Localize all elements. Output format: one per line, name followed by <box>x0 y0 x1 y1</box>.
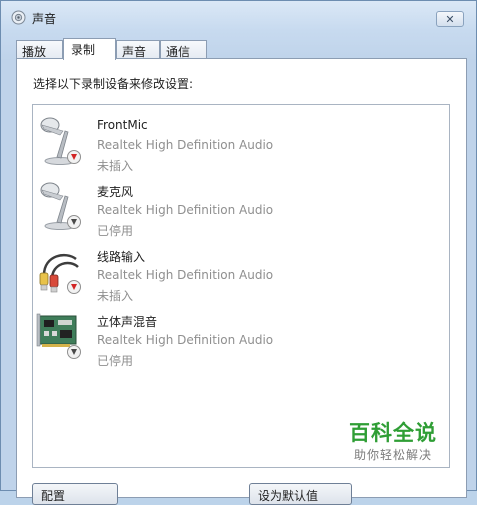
microphone-icon <box>40 182 81 230</box>
watermark-subtitle: 助你轻松解决 <box>354 448 433 462</box>
device-status: 已停用 <box>97 224 134 238</box>
device-name: FrontMic <box>97 118 148 132</box>
title-bar[interactable]: 声音 ✕ <box>1 1 476 35</box>
device-item-frontmic[interactable]: FrontMic Realtek High Definition Audio 未… <box>33 115 433 173</box>
watermark-title: 百科全说 <box>349 421 437 445</box>
device-status: 已停用 <box>97 354 134 368</box>
device-description: Realtek High Definition Audio <box>97 268 274 282</box>
device-name: 线路输入 <box>97 250 146 264</box>
microphone-icon <box>40 117 81 165</box>
sound-dialog: 声音 ✕ 播放 录制 声音 通信 选择以下录制设备来修改设置: FrontMic… <box>0 0 477 505</box>
device-name: 立体声混音 <box>97 315 158 329</box>
device-status: 未插入 <box>97 289 134 303</box>
rca-cable-icon <box>39 254 81 294</box>
device-description: Realtek High Definition Audio <box>97 203 274 217</box>
tab-playback[interactable]: 播放 <box>16 40 63 59</box>
tab-recording[interactable]: 录制 <box>63 38 116 60</box>
device-item-line-in[interactable]: 线路输入 Realtek High Definition Audio 未插入 <box>33 245 433 303</box>
device-status: 未插入 <box>97 159 134 173</box>
device-description: Realtek High Definition Audio <box>97 333 274 347</box>
window-title: 声音 <box>32 12 57 26</box>
close-icon: ✕ <box>445 12 455 26</box>
device-description: Realtek High Definition Audio <box>97 138 274 152</box>
tab-sounds[interactable]: 声音 <box>116 40 160 59</box>
device-item-microphone[interactable]: 麦克风 Realtek High Definition Audio 已停用 <box>33 180 433 238</box>
close-button[interactable]: ✕ <box>436 11 464 27</box>
device-name: 麦克风 <box>97 185 134 199</box>
instruction-text: 选择以下录制设备来修改设置: <box>33 77 194 91</box>
set-default-button[interactable]: 设为默认值 <box>249 483 352 505</box>
configure-button[interactable]: 配置 <box>32 483 118 505</box>
device-item-stereo-mix[interactable]: 立体声混音 Realtek High Definition Audio 已停用 <box>33 310 433 368</box>
watermark: 百科全说 助你轻松解决 <box>334 411 448 467</box>
tab-communications[interactable]: 通信 <box>160 40 207 59</box>
speaker-icon <box>11 10 26 25</box>
sound-card-icon <box>36 313 81 359</box>
